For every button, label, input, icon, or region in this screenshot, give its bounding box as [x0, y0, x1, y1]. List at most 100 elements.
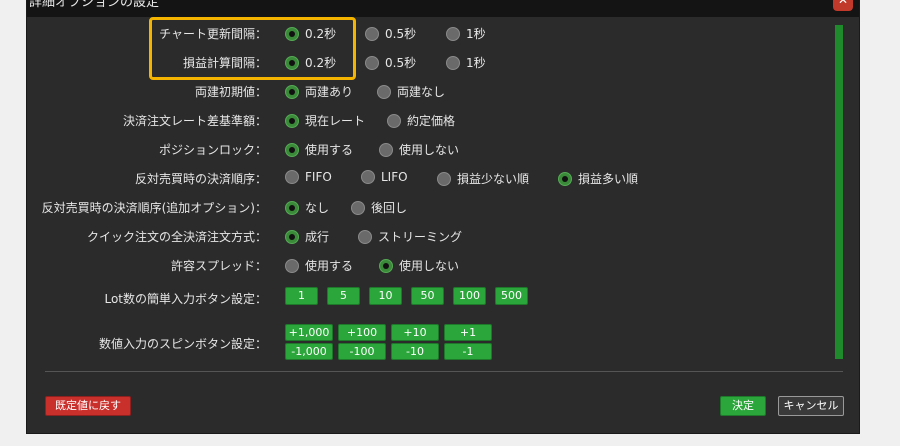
option-label: 使用する	[305, 143, 354, 157]
lot-button-50[interactable]: 50	[411, 287, 444, 305]
radio-option[interactable]: 0.2秒	[285, 54, 336, 71]
ok-button[interactable]: 決定	[720, 396, 766, 416]
radio-selected-icon[interactable]	[285, 84, 299, 99]
radio-option[interactable]: 現在レート	[285, 112, 365, 129]
radio-option[interactable]: 損益多い順	[558, 170, 638, 187]
radio-icon[interactable]	[361, 170, 375, 184]
option-label: 現在レート	[305, 114, 366, 128]
option-label: なし	[305, 201, 330, 215]
radio-icon[interactable]	[446, 55, 460, 70]
footer-divider	[45, 371, 843, 372]
cancel-button[interactable]: キャンセル	[778, 396, 844, 416]
radio-icon[interactable]	[285, 170, 299, 184]
radio-option[interactable]: 成行	[285, 228, 329, 245]
dialog-title: 詳細オプションの設定	[29, 0, 160, 10]
row-hedging-default: 両建初期値： 両建あり 両建なし	[27, 80, 827, 102]
option-label: 1秒	[466, 27, 486, 41]
radio-option[interactable]: 損益少ない順	[437, 170, 529, 187]
option-label: 使用する	[305, 259, 354, 273]
option-label: 0.2秒	[305, 27, 337, 41]
option-label: 使用しない	[399, 143, 460, 157]
scroll-up-icon[interactable]	[835, 25, 843, 33]
radio-icon[interactable]	[365, 26, 379, 41]
radio-option[interactable]: 後回し	[351, 199, 407, 216]
spin-up-10[interactable]: +10	[391, 324, 439, 341]
row-label: 損益計算間隔：	[182, 56, 267, 70]
radio-icon[interactable]	[365, 55, 379, 70]
spin-down-10[interactable]: -10	[391, 343, 439, 360]
spin-up-1[interactable]: +1	[444, 324, 492, 341]
option-label: 損益少ない順	[457, 172, 530, 186]
radio-icon[interactable]	[437, 171, 451, 186]
radio-icon[interactable]	[285, 258, 299, 273]
radio-option[interactable]: 1秒	[446, 54, 486, 71]
radio-option[interactable]: 使用しない	[379, 141, 459, 158]
row-label: チャート更新間隔：	[159, 27, 267, 41]
lot-button-100[interactable]: 100	[453, 287, 486, 305]
option-label: 0.5秒	[385, 56, 417, 70]
spin-down-1000[interactable]: -1,000	[285, 343, 333, 360]
scrollbar-thumb[interactable]	[835, 33, 843, 359]
spin-down-100[interactable]: -100	[338, 343, 386, 360]
radio-icon[interactable]	[446, 26, 460, 41]
row-label: 決済注文レート差基準額：	[122, 114, 267, 128]
radio-selected-icon[interactable]	[285, 200, 299, 215]
row-offset-settlement-order: 反対売買時の決済順序： FIFO LIFO 損益少ない順 損益多い順	[27, 167, 827, 189]
radio-option[interactable]: なし	[285, 199, 329, 216]
radio-option[interactable]: ストリーミング	[358, 228, 462, 245]
radio-icon[interactable]	[377, 84, 391, 99]
spin-up-100[interactable]: +100	[338, 324, 386, 341]
radio-option[interactable]: LIFO	[361, 170, 408, 184]
row-quick-order-settlement: クイック注文の全決済注文方式： 成行 ストリーミング	[27, 225, 827, 247]
radio-option[interactable]: 0.5秒	[365, 25, 416, 42]
radio-selected-icon[interactable]	[285, 229, 299, 244]
row-label: 許容スプレッド：	[170, 259, 267, 273]
radio-selected-icon[interactable]	[285, 142, 299, 157]
row-label: 反対売買時の決済順序(追加オプション)：	[41, 201, 267, 215]
radio-option[interactable]: 両建あり	[285, 83, 353, 100]
row-label: クイック注文の全決済注文方式：	[86, 230, 267, 244]
radio-option[interactable]: 1秒	[446, 25, 486, 42]
option-label: 両建なし	[397, 85, 446, 99]
radio-selected-icon[interactable]	[285, 26, 299, 41]
radio-option[interactable]: 両建なし	[377, 83, 445, 100]
row-label: 両建初期値：	[194, 85, 267, 99]
lot-button-5[interactable]: 5	[327, 287, 360, 305]
radio-option[interactable]: 0.2秒	[285, 25, 336, 42]
spin-up-1000[interactable]: +1,000	[285, 324, 333, 341]
spin-down-1[interactable]: -1	[444, 343, 492, 360]
close-icon[interactable]: ✕	[833, 0, 853, 11]
row-allowed-spread: 許容スプレッド： 使用する 使用しない	[27, 254, 827, 276]
row-chart-update-interval: チャート更新間隔： 0.2秒 0.5秒 1秒	[27, 22, 827, 44]
reset-defaults-button[interactable]: 既定値に戻す	[45, 396, 131, 416]
radio-option[interactable]: 約定価格	[387, 112, 455, 129]
radio-option[interactable]: 0.5秒	[365, 54, 416, 71]
option-label: LIFO	[381, 170, 408, 184]
radio-selected-icon[interactable]	[379, 258, 393, 273]
radio-option[interactable]: 使用する	[285, 257, 353, 274]
row-label: 数値入力のスピンボタン設定：	[98, 337, 267, 351]
radio-icon[interactable]	[358, 229, 372, 244]
option-label: 後回し	[371, 201, 408, 215]
radio-icon[interactable]	[387, 113, 401, 128]
radio-icon[interactable]	[379, 142, 393, 157]
row-position-lock: ポジションロック： 使用する 使用しない	[27, 138, 827, 160]
lot-button-10[interactable]: 10	[369, 287, 402, 305]
lot-button-1[interactable]: 1	[285, 287, 318, 305]
radio-option[interactable]: 使用する	[285, 141, 353, 158]
option-label: 両建あり	[305, 85, 354, 99]
scroll-down-icon[interactable]	[835, 351, 843, 359]
radio-icon[interactable]	[351, 200, 365, 215]
option-label: 0.5秒	[385, 27, 417, 41]
option-label: 損益多い順	[578, 172, 639, 186]
radio-selected-icon[interactable]	[558, 171, 572, 186]
radio-selected-icon[interactable]	[285, 55, 299, 70]
radio-option[interactable]: FIFO	[285, 170, 332, 184]
option-label: 成行	[305, 230, 330, 244]
radio-option[interactable]: 使用しない	[379, 257, 459, 274]
lot-button-500[interactable]: 500	[495, 287, 528, 305]
options-dialog: 詳細オプションの設定 ✕ チャート更新間隔： 0.2秒 0.5秒 1秒 損益計算…	[26, 0, 860, 434]
option-label: 使用しない	[399, 259, 460, 273]
title-bar: 詳細オプションの設定 ✕	[27, 0, 859, 17]
radio-selected-icon[interactable]	[285, 113, 299, 128]
